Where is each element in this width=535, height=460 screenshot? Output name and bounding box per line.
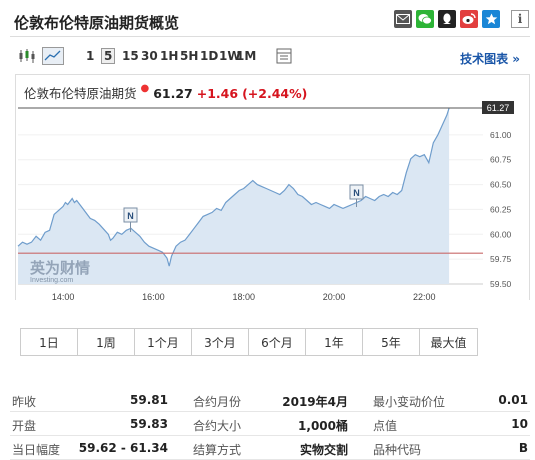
current-price-label: 61.27 (487, 103, 510, 113)
y-tick-label: 60.00 (490, 229, 512, 239)
current-price-tag: 61.27 (482, 101, 514, 114)
stat-label: 昨收 (12, 395, 37, 409)
y-tick-label: 59.75 (490, 254, 512, 264)
y-axis: 61.00 60.75 60.50 60.25 60.00 59.75 59.50 (490, 130, 512, 289)
stat-label: 结算方式 (193, 443, 242, 457)
stats-row: 当日幅度 59.62 - 61.34 结算方式 实物交割 品种代码 B (10, 436, 530, 460)
news-marker-label: N (127, 211, 134, 221)
stats-row: 昨收 59.81 合约月份 2019年4月 最小变动价位 0.01 (10, 388, 530, 412)
range-1w[interactable]: 1周 (78, 329, 135, 355)
brent-overview-page: 伦敦布伦特原油期货概览 i 1 5 15 30 1H 5H 1D 1W 1M 技… (0, 0, 535, 460)
stat-label: 点值 (373, 419, 398, 433)
stat-value: 1,000桶 (298, 419, 348, 433)
stat-label: 最小变动价位 (373, 395, 446, 409)
range-3m[interactable]: 3个月 (192, 329, 249, 355)
range-5y[interactable]: 5年 (363, 329, 420, 355)
range-selector: 1日 1周 1个月 3个月 6个月 1年 5年 最大值 (20, 328, 478, 356)
y-tick-label: 60.50 (490, 180, 512, 190)
x-tick-label: 18:00 (232, 292, 255, 302)
stat-value: 0.01 (498, 393, 528, 407)
stat-value: 2019年4月 (282, 395, 348, 409)
range-max[interactable]: 最大值 (420, 329, 477, 355)
stat-value: B (518, 441, 528, 455)
stat-value: 10 (511, 417, 528, 431)
price-chart[interactable]: 61.00 60.75 60.50 60.25 60.00 59.75 59.50 14:0… (0, 0, 535, 320)
stats-table: 昨收 59.81 合约月份 2019年4月 最小变动价位 0.01 开盘 59.… (10, 388, 530, 460)
stat-label: 开盘 (12, 419, 37, 433)
stat-label: 合约大小 (193, 419, 242, 433)
watermark-text: 英为财情 (30, 259, 90, 277)
stat-value: 59.81 (130, 393, 168, 407)
x-tick-label: 22:00 (413, 292, 436, 302)
x-tick-label: 20:00 (323, 292, 346, 302)
stats-row: 开盘 59.83 合约大小 1,000桶 点值 10 (10, 412, 530, 436)
y-tick-label: 61.00 (490, 130, 512, 140)
x-tick-label: 14:00 (52, 292, 75, 302)
y-tick-label: 60.75 (490, 155, 512, 165)
stat-label: 合约月份 (193, 395, 242, 409)
stat-label: 品种代码 (373, 443, 422, 457)
y-tick-label: 60.25 (490, 204, 512, 214)
range-1d[interactable]: 1日 (21, 329, 78, 355)
range-6m[interactable]: 6个月 (249, 329, 306, 355)
x-tick-label: 16:00 (142, 292, 165, 302)
news-marker-label: N (353, 188, 360, 198)
range-1m[interactable]: 1个月 (135, 329, 192, 355)
stat-label: 当日幅度 (12, 443, 61, 457)
x-axis: 14:00 16:00 18:00 20:00 22:00 (52, 292, 436, 302)
stat-value: 59.62 - 61.34 (78, 441, 168, 455)
watermark-subtext: Investing.com (30, 277, 73, 284)
range-1y[interactable]: 1年 (306, 329, 363, 355)
stat-value: 实物交割 (299, 443, 348, 457)
news-marker-1[interactable]: N (123, 207, 138, 232)
y-tick-label: 59.50 (490, 279, 512, 289)
stat-value: 59.83 (130, 417, 168, 431)
